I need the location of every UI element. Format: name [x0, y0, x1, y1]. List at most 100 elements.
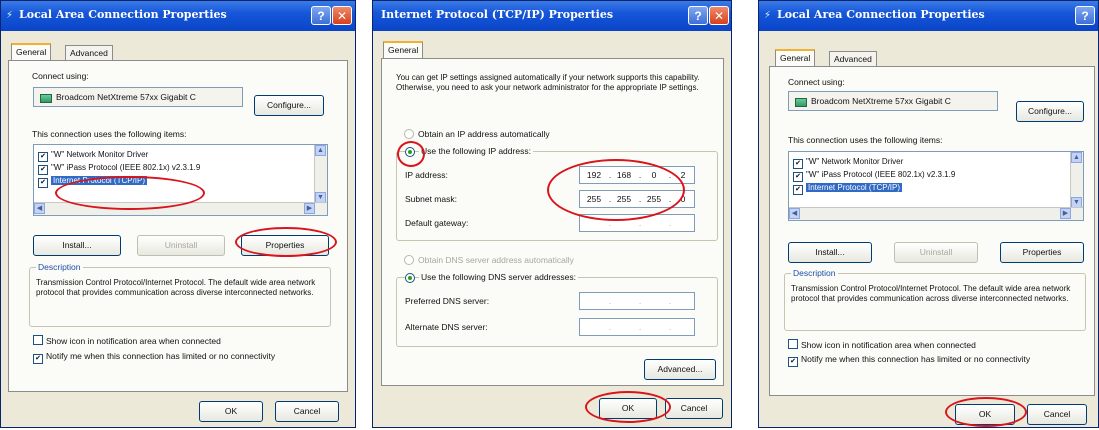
network-icon: ⚡ [6, 10, 14, 21]
list-item[interactable]: ✔ "W" iPass Protocol (IEEE 802.1x) v2.3.1… [38, 163, 200, 175]
notify-option[interactable]: ✔ Notify me when this connection has limi… [33, 351, 275, 364]
radio-obtain-auto[interactable] [404, 129, 414, 139]
use-dns-label: Use the following DNS server addresses: [419, 272, 578, 282]
close-icon[interactable]: ✕ [332, 6, 352, 25]
show-icon-option[interactable]: Show icon in notification area when conn… [788, 339, 976, 350]
radio-use-dns[interactable] [405, 273, 415, 283]
scroll-left-icon[interactable]: ◀ [789, 208, 800, 219]
ip-address-label: IP address: [405, 170, 448, 180]
use-following-label: Use the following IP address: [419, 146, 533, 156]
list-item[interactable]: ✔ "W" iPass Protocol (IEEE 802.1x) v2.3.1… [793, 170, 955, 182]
middle-titlebar[interactable]: Internet Protocol (TCP/IP) Properties ? … [373, 1, 731, 31]
configure-button[interactable]: Configure... [1016, 101, 1084, 122]
preferred-dns-input[interactable]: . . . [579, 292, 695, 310]
checkbox-icon[interactable]: ✔ [793, 159, 803, 169]
right-titlebar[interactable]: ⚡ Local Area Connection Properties ? [759, 1, 1098, 31]
left-titlebar[interactable]: ⚡ Local Area Connection Properties ? ✕ [1, 1, 355, 31]
gateway-input[interactable]: . . . [579, 214, 695, 232]
checkbox-icon[interactable]: ✔ [793, 172, 803, 182]
tab-general[interactable]: General [383, 41, 424, 59]
checkbox-icon[interactable] [33, 335, 43, 345]
tab-advanced[interactable]: Advanced [829, 51, 877, 67]
description-group: Description Transmission Control Protoco… [29, 262, 331, 327]
checkbox-icon[interactable]: ✔ [788, 357, 798, 367]
adapter-name: Broadcom NetXtreme 57xx Gigabit C [811, 96, 951, 106]
tab-general[interactable]: General [11, 43, 52, 61]
description-group: Description Transmission Control Protoco… [784, 268, 1086, 331]
checkbox-icon[interactable]: ✔ [793, 185, 803, 195]
notify-option[interactable]: ✔ Notify me when this connection has limi… [788, 354, 1030, 367]
right-properties-dialog: ⚡ Local Area Connection Properties ? Gen… [758, 0, 1099, 428]
properties-button[interactable]: Properties [1000, 242, 1084, 263]
items-label: This connection uses the following items… [32, 129, 187, 139]
ok-button[interactable]: OK [199, 401, 263, 422]
configure-button[interactable]: Configure... [254, 95, 324, 116]
horizontal-scrollbar[interactable]: ◀ ▶ [34, 202, 327, 215]
left-general-panel: Connect using: Broadcom NetXtreme 57xx G… [8, 60, 348, 392]
scroll-left-icon[interactable]: ◀ [34, 203, 45, 214]
alternate-dns-label: Alternate DNS server: [405, 322, 488, 332]
checkbox-icon[interactable]: ✔ [38, 152, 48, 162]
vertical-scrollbar[interactable]: ▲ ▼ [1070, 152, 1083, 208]
adapter-name: Broadcom NetXtreme 57xx Gigabit C [56, 92, 196, 102]
items-label: This connection uses the following items… [788, 135, 943, 145]
adapter-field: Broadcom NetXtreme 57xx Gigabit C [788, 91, 998, 111]
ip-group: Use the following IP address: IP address… [396, 146, 718, 241]
adapter-icon [795, 98, 807, 107]
alternate-dns-input[interactable]: . . . [579, 318, 695, 336]
cancel-button[interactable]: Cancel [1027, 404, 1087, 425]
tab-general[interactable]: General [775, 49, 816, 67]
scroll-right-icon[interactable]: ▶ [1060, 208, 1071, 219]
scroll-up-icon[interactable]: ▲ [1071, 152, 1082, 163]
help-icon[interactable]: ? [688, 6, 708, 25]
adapter-icon [40, 94, 52, 103]
connect-using-label: Connect using: [788, 77, 845, 87]
left-title: Local Area Connection Properties [19, 8, 227, 21]
right-title: Local Area Connection Properties [777, 8, 985, 21]
tab-advanced[interactable]: Advanced [65, 45, 113, 61]
obtain-auto-label: Obtain an IP address automatically [418, 129, 550, 139]
dns-group: Use the following DNS server addresses: … [396, 272, 718, 347]
scroll-up-icon[interactable]: ▲ [315, 145, 326, 156]
horizontal-scrollbar[interactable]: ◀ ▶ [789, 207, 1083, 220]
uninstall-button: Uninstall [894, 242, 978, 263]
checkbox-icon[interactable]: ✔ [38, 178, 48, 188]
ip-address-input[interactable]: 192 . 168 . 0 . 2 [579, 166, 695, 184]
intro-text: You can get IP settings assigned automat… [396, 73, 700, 92]
items-listbox[interactable]: ✔ "W" Network Monitor Driver ✔ "W" iPass P… [788, 151, 1084, 221]
gateway-label: Default gateway: [405, 218, 469, 228]
left-properties-dialog: ⚡ Local Area Connection Properties ? ✕ G… [0, 0, 356, 428]
ok-button[interactable]: OK [955, 404, 1015, 425]
checkbox-icon[interactable] [788, 339, 798, 349]
install-button[interactable]: Install... [788, 242, 872, 263]
install-button[interactable]: Install... [33, 235, 121, 256]
connect-using-label: Connect using: [32, 71, 89, 81]
description-text: Transmission Control Protocol/Internet P… [791, 284, 1071, 303]
cancel-button[interactable]: Cancel [275, 401, 339, 422]
cancel-button[interactable]: Cancel [665, 398, 723, 419]
tcpip-properties-dialog: Internet Protocol (TCP/IP) Properties ? … [372, 0, 732, 428]
radio-use-following[interactable] [405, 147, 415, 157]
middle-general-panel: You can get IP settings assigned automat… [381, 58, 724, 386]
list-item-selected[interactable]: ✔ Internet Protocol (TCP/IP) [38, 176, 148, 188]
right-general-panel: Connect using: Broadcom NetXtreme 57xx G… [769, 66, 1095, 396]
help-icon[interactable]: ? [311, 6, 331, 25]
help-icon[interactable]: ? [1075, 6, 1095, 25]
checkbox-icon[interactable]: ✔ [38, 165, 48, 175]
close-icon[interactable]: ✕ [709, 6, 729, 25]
scroll-right-icon[interactable]: ▶ [304, 203, 315, 214]
advanced-button[interactable]: Advanced... [644, 359, 716, 380]
vertical-scrollbar[interactable]: ▲ ▼ [314, 145, 327, 203]
description-label: Description [36, 262, 83, 272]
ok-button[interactable]: OK [599, 398, 657, 419]
description-label: Description [791, 268, 838, 278]
subnet-mask-input[interactable]: 255 . 255 . 255 . 0 [579, 190, 695, 208]
list-item-selected[interactable]: ✔ Internet Protocol (TCP/IP) [793, 183, 903, 195]
list-item[interactable]: ✔ "W" Network Monitor Driver [793, 157, 903, 169]
show-icon-option[interactable]: Show icon in notification area when conn… [33, 335, 221, 346]
list-item[interactable]: ✔ "W" Network Monitor Driver [38, 150, 148, 162]
uninstall-button: Uninstall [137, 235, 225, 256]
checkbox-icon[interactable]: ✔ [33, 354, 43, 364]
items-listbox[interactable]: ✔ "W" Network Monitor Driver ✔ "W" iPass P… [33, 144, 328, 216]
properties-button[interactable]: Properties [241, 235, 329, 256]
